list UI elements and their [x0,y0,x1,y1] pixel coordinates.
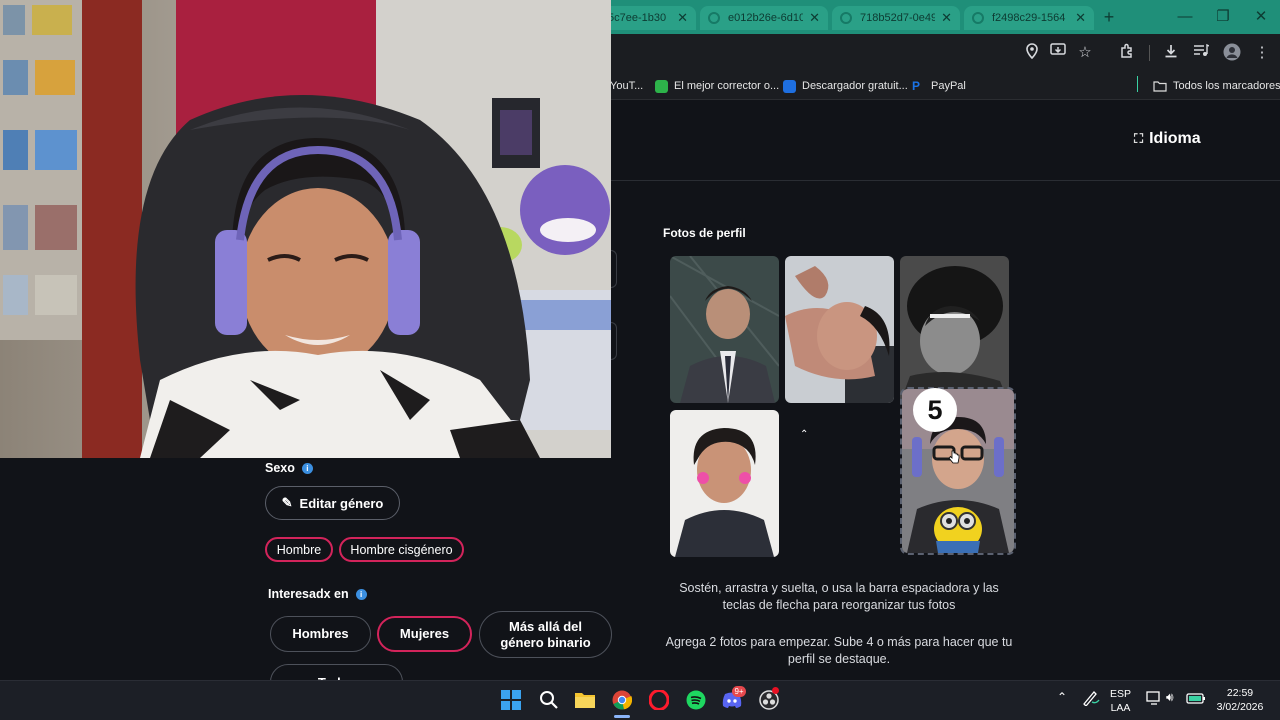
edit-gender-button[interactable]: ✎ Editar género [265,486,400,520]
info-icon[interactable]: i [301,462,313,474]
language-selector[interactable]: ⛶ Idioma [1134,130,1201,148]
profile-photo-3[interactable] [900,256,1009,403]
menu-kebab-icon[interactable]: ⋮ [1252,43,1272,63]
network-icon[interactable] [1146,691,1162,709]
folder-icon [1153,80,1167,92]
media-controls-icon[interactable] [1191,43,1211,63]
toolbar-divider [1149,45,1150,61]
sex-section-label: Sexo i [265,461,313,475]
battery-icon[interactable] [1186,691,1206,709]
add-photos-help-text: Agrega 2 fotos para empezar. Sube 4 o má… [665,635,1013,666]
bookmark-label: Todos los marcadores [1173,80,1280,92]
bookmark-label: Descargador gratuit... [802,80,908,92]
screen: 5c7ee-1b30 ✕ e012b26e-6d10 ✕ 718b52d7-0e… [0,0,1280,720]
opera-icon[interactable] [648,689,670,711]
language-layout: LAA [1110,702,1131,714]
profile-avatar-icon[interactable] [1222,43,1242,63]
restore-button[interactable]: ❐ [1204,0,1242,34]
minimize-button[interactable]: — [1166,0,1204,34]
gender-tag-hombre: Hombre [265,537,333,562]
new-tab-button[interactable]: + [1099,8,1119,28]
cursor-marker: ⌃ [800,429,809,440]
bookmarks-divider [1137,76,1138,92]
tab-title: e012b26e-6d10 [728,12,804,24]
close-tab-icon[interactable]: ✕ [1075,10,1086,26]
tab-favicon-icon [708,12,720,24]
tab-title: f2498c29-1564 [992,12,1066,24]
all-bookmarks-folder[interactable]: Todos los marcadores [1153,77,1280,95]
active-app-indicator [614,715,630,718]
tab-favicon-icon [972,12,984,24]
location-icon[interactable] [1022,43,1042,63]
reorder-help-text: Sostén, arrastra y suelta, o usa la barr… [679,581,999,612]
close-tab-icon[interactable]: ✕ [941,10,952,26]
close-window-button[interactable]: ✕ [1242,0,1280,34]
edit-gender-label: Editar género [299,495,384,511]
bookmark-paypal[interactable]: P PayPal [912,77,966,95]
info-icon[interactable]: i [355,588,367,600]
tab-title: 718b52d7-0e49 [860,12,936,24]
profile-photo-1[interactable] [670,256,779,403]
profile-photo-2[interactable] [785,256,894,403]
paypal-icon: P [912,78,921,93]
bookmark-label: YouT... [610,80,644,92]
photos-section-title: Fotos de perfil [663,226,746,240]
sex-label: Sexo [265,461,295,475]
chrome-icon[interactable] [611,689,633,711]
webcam-overlay [0,0,611,458]
interested-section-label: Interesadx en i [268,587,367,601]
pen-input-icon[interactable] [1082,690,1100,710]
clock-date: 3/02/2026 [1216,701,1264,713]
start-windows-icon[interactable] [500,689,522,711]
translate-icon: ⛶ [1134,131,1144,146]
close-tab-icon[interactable]: ✕ [809,10,820,26]
tab-title: 5c7ee-1b30 [608,12,667,24]
tab-1[interactable]: 5c7ee-1b30 ✕ [600,6,696,30]
hand-cursor-icon [948,450,960,469]
interest-option-mujeres[interactable]: Mujeres [377,616,472,652]
close-tab-icon[interactable]: ✕ [677,10,688,26]
clock-time: 22:59 [1226,687,1254,699]
webcam-feed-image [0,0,611,458]
profile-photo-4[interactable] [670,410,779,557]
extensions-icon[interactable] [1117,43,1137,63]
descargador-favicon-icon [783,79,796,93]
downloads-icon[interactable] [1161,43,1181,63]
bookmark-label: El mejor corrector o... [674,80,780,92]
tab-2[interactable]: e012b26e-6d10 ✕ [700,6,828,30]
discord-notification-badge: 9+ [732,686,746,697]
search-icon[interactable] [538,689,560,711]
tab-3[interactable]: 718b52d7-0e49 ✕ [832,6,960,30]
photo-order-badge: 5 [913,388,957,432]
bookmark-descargador[interactable]: Descargador gratuit... [783,77,908,95]
bookmark-label: PayPal [931,80,966,92]
header-divider [610,180,1280,181]
bookmark-corrector[interactable]: El mejor corrector o... [655,77,779,95]
volume-icon[interactable]: 🔊︎ [1166,690,1174,704]
bookmark-star-icon[interactable]: ☆ [1075,43,1095,63]
pencil-icon: ✎ [281,495,293,510]
interest-option-mas-alla[interactable]: Más allá del género binario [479,611,612,658]
language-code: ESP [1110,688,1132,700]
interested-label: Interesadx en [268,587,349,601]
file-explorer-icon[interactable] [574,689,596,711]
input-language-indicator[interactable]: ESP LAA [1110,687,1131,715]
language-label: Idioma [1149,130,1201,147]
gender-tag-hombre-cisgenero: Hombre cisgénero [339,537,464,562]
recording-dot-icon [772,687,779,694]
tab-favicon-icon [840,12,852,24]
interest-option-hombres[interactable]: Hombres [270,616,371,652]
corrector-favicon-icon [655,79,668,93]
bookmark-youtube[interactable]: YouT... [610,77,643,95]
clock[interactable]: 22:59 3/02/2026 [1212,686,1268,714]
install-app-icon[interactable] [1048,43,1068,63]
tab-4[interactable]: f2498c29-1564 ✕ [964,6,1094,30]
show-hidden-icons-chevron-icon[interactable]: ⌃ [1057,690,1067,704]
spotify-icon[interactable] [685,689,707,711]
